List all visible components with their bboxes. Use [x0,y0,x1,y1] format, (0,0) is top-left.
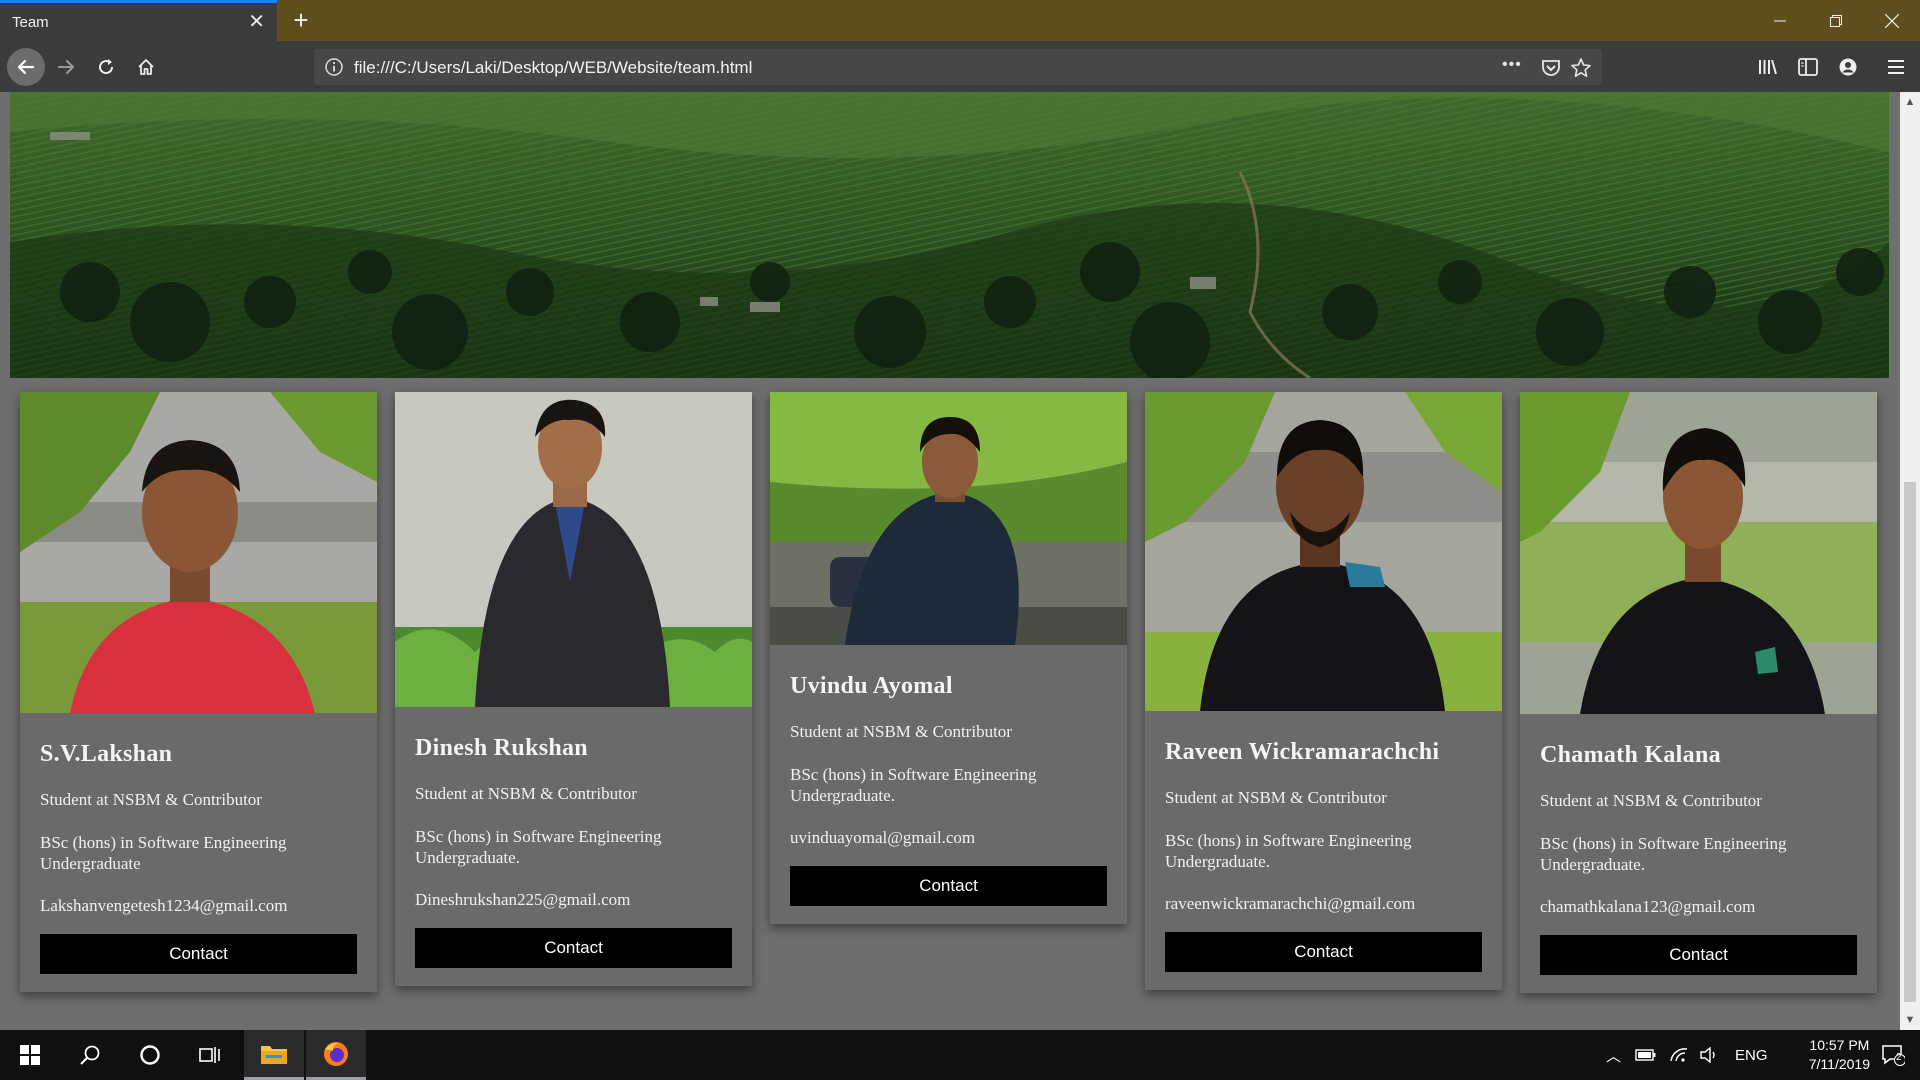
back-button[interactable] [7,48,45,86]
member-email: raveenwickramarachchi@gmail.com [1165,894,1416,913]
tab-close-icon[interactable]: ✕ [248,12,265,32]
cortana-icon [140,1045,160,1065]
reload-icon [99,59,114,75]
member-name: Dinesh Rukshan [415,735,588,761]
hero-banner-image [10,92,1889,378]
scrollbar-thumb[interactable] [1904,482,1916,1002]
member-role: Student at NSBM & Contributor [415,784,637,803]
clock-time: 10:57 PM [1809,1037,1870,1053]
volume-icon[interactable] [1699,1047,1719,1063]
member-name: Uvindu Ayomal [790,673,953,699]
system-tray: ︿ ENG [1606,1030,1768,1080]
wifi-icon[interactable] [1669,1047,1689,1063]
team-card: S.V.Lakshan Student at NSBM & Contributo… [20,392,377,992]
contact-button[interactable]: Contact [1540,935,1857,975]
account-button[interactable] [1830,49,1866,85]
member-degree: BSc (hons) in Software Engineering Under… [40,833,287,873]
member-email: Lakshanvengetesh1234@gmail.com [40,896,288,915]
member-email: uvinduayomal@gmail.com [790,828,976,847]
clock-date: 7/11/2019 [1808,1056,1870,1072]
info-icon[interactable] [324,57,344,77]
show-hidden-icons-icon[interactable]: ︿ [1606,1045,1621,1066]
windows-logo-icon [20,1045,40,1065]
vertical-scrollbar[interactable]: ▲ ▼ [1900,92,1920,1030]
new-tab-button[interactable]: + [287,6,315,34]
pocket-icon[interactable] [1540,57,1562,79]
home-icon [138,59,154,75]
member-name: S.V.Lakshan [40,741,173,767]
contact-button[interactable]: Contact [415,928,732,968]
firefox-taskbar-button[interactable] [306,1030,366,1080]
library-button[interactable] [1750,49,1786,85]
sidebar-icon [1798,58,1818,76]
member-role: Student at NSBM & Contributor [790,722,1012,741]
task-view-button[interactable] [180,1030,240,1080]
firefox-icon [324,1041,348,1066]
folder-icon [261,1045,287,1064]
action-center-button[interactable]: 2 [1866,1030,1920,1080]
url-text[interactable]: file:///C:/Users/Laki/Desktop/WEB/Websit… [354,58,752,78]
member-photo [1145,392,1502,711]
member-photo [20,392,377,713]
restore-icon[interactable] [1808,0,1864,41]
team-card: Raveen Wickramarachchi Student at NSBM &… [1145,392,1502,990]
arrow-left-icon [17,59,35,75]
home-button[interactable] [128,49,164,85]
member-photo [395,392,752,707]
windows-taskbar: ︿ ENG 10:57 PM 7/11/2019 2 [0,1030,1920,1080]
notification-count: 2 [1896,1052,1902,1063]
member-degree: BSc (hons) in Software Engineering Under… [415,827,662,867]
member-name: Chamath Kalana [1540,742,1721,768]
arrow-right-icon [58,60,74,74]
member-email: Dineshrukshan225@gmail.com [415,890,631,909]
minimize-icon[interactable] [1752,0,1808,41]
contact-button[interactable]: Contact [1165,932,1482,972]
navigation-toolbar: file:///C:/Users/Laki/Desktop/WEB/Websit… [0,41,1920,92]
task-view-icon [199,1047,220,1063]
sidebar-button[interactable] [1790,49,1826,85]
member-role: Student at NSBM & Contributor [1540,791,1762,810]
bookmark-star-icon[interactable] [1570,57,1592,79]
menu-button[interactable] [1878,49,1914,85]
account-icon [1839,58,1857,76]
scroll-up-icon[interactable]: ▲ [1900,92,1920,112]
page-viewport: S.V.Lakshan Student at NSBM & Contributo… [0,92,1900,1030]
language-indicator[interactable]: ENG [1735,1047,1768,1064]
library-icon [1759,59,1777,75]
address-bar[interactable]: file:///C:/Users/Laki/Desktop/WEB/Websit… [314,49,1602,85]
forward-button[interactable] [48,49,84,85]
member-email: chamathkalana123@gmail.com [1540,897,1756,916]
cortana-button[interactable] [120,1030,180,1080]
battery-icon[interactable] [1635,1048,1657,1062]
browser-titlebar: Team ✕ + [0,0,1920,41]
member-photo [770,392,1127,645]
tab-team[interactable]: Team ✕ [0,0,277,41]
page-actions-icon[interactable]: ••• [1502,56,1532,78]
hamburger-menu-icon [1888,60,1904,74]
contact-button[interactable]: Contact [790,866,1107,906]
search-button[interactable] [60,1030,120,1080]
system-clock[interactable]: 10:57 PM 7/11/2019 [1809,1036,1870,1074]
member-degree: BSc (hons) in Software Engineering Under… [1165,831,1412,871]
contact-button[interactable]: Contact [40,934,357,974]
file-explorer-button[interactable] [244,1030,304,1080]
member-role: Student at NSBM & Contributor [40,790,262,809]
member-degree: BSc (hons) in Software Engineering Under… [1540,834,1787,874]
team-card: Chamath Kalana Student at NSBM & Contrib… [1520,392,1877,993]
scroll-down-icon[interactable]: ▼ [1900,1010,1920,1030]
member-degree: BSc (hons) in Software Engineering Under… [790,765,1037,805]
team-card: Uvindu Ayomal Student at NSBM & Contribu… [770,392,1127,924]
member-role: Student at NSBM & Contributor [1165,788,1387,807]
search-icon [80,1045,100,1065]
reload-button[interactable] [88,49,124,85]
tab-title: Team [12,13,49,31]
member-name: Raveen Wickramarachchi [1165,739,1440,765]
team-card: Dinesh Rukshan Student at NSBM & Contrib… [395,392,752,986]
close-window-icon[interactable] [1864,0,1920,41]
member-photo [1520,392,1877,714]
start-button[interactable] [0,1030,60,1080]
